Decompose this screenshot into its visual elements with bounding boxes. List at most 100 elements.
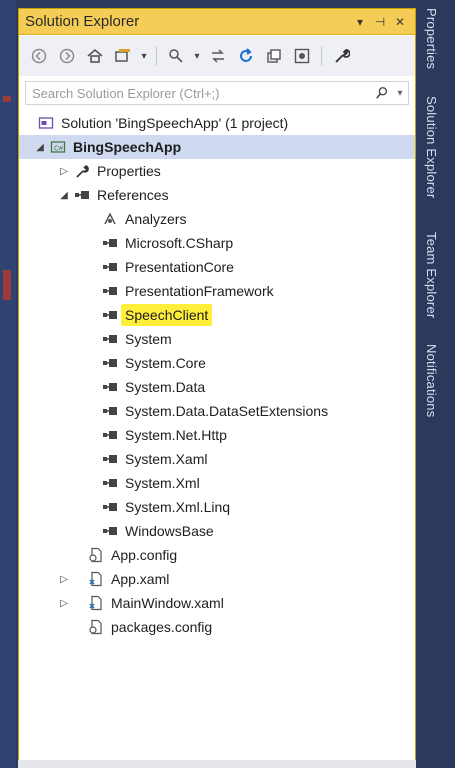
tree-item-label: Analyzers — [125, 211, 187, 227]
tree-item-label: System.Xml — [125, 475, 200, 491]
tree-item-label: System.Data.DataSetExtensions — [125, 403, 329, 419]
tree-item-reference[interactable]: System.Xml — [19, 471, 415, 495]
wrench-icon[interactable] — [329, 44, 353, 68]
solution-explorer-panel: Solution Explorer ▾ ⊣ ✕ ▾ ▾ Search Solut… — [18, 8, 416, 768]
tree-item-label: PresentationCore — [125, 259, 234, 275]
search-icon[interactable] — [372, 83, 392, 103]
tree-item-label: packages.config — [111, 619, 213, 635]
tree-item-reference[interactable]: System.Xml.Linq — [19, 495, 415, 519]
panel-title: Solution Explorer — [25, 13, 140, 30]
assembly-reference-icon — [99, 354, 121, 372]
assembly-reference-icon — [99, 282, 121, 300]
tree-item-label: SpeechClient — [121, 304, 213, 326]
show-all-files-icon[interactable] — [290, 44, 314, 68]
tab-properties[interactable]: Properties — [424, 8, 439, 69]
tree-item-reference[interactable]: PresentationCore — [19, 255, 415, 279]
tree-item-file[interactable]: App.config — [19, 543, 415, 567]
toolbar-separator — [321, 46, 322, 66]
horizontal-scrollbar[interactable] — [18, 760, 416, 768]
solution-icon — [35, 114, 57, 132]
expanded-arrow-icon[interactable]: ◢ — [33, 142, 47, 153]
collapse-all-icon[interactable] — [262, 44, 286, 68]
panel-titlebar: Solution Explorer ▾ ⊣ ✕ — [19, 9, 415, 35]
tree-item-label: References — [97, 187, 169, 203]
tab-solution-explorer[interactable]: Solution Explorer — [424, 96, 439, 198]
tree-item-properties[interactable]: ▷ Properties — [19, 159, 415, 183]
assembly-reference-icon — [99, 234, 121, 252]
tree-item-reference[interactable]: System.Net.Http — [19, 423, 415, 447]
tree-item-label: Solution 'BingSpeechApp' (1 project) — [61, 115, 289, 131]
analyzer-icon — [99, 210, 121, 228]
tree-item-label: App.xaml — [111, 571, 170, 587]
csharp-project-icon: C# — [47, 138, 69, 156]
solution-tree: Solution 'BingSpeechApp' (1 project) ◢ C… — [19, 111, 415, 639]
assembly-reference-icon — [99, 450, 121, 468]
assembly-reference-icon — [99, 378, 121, 396]
tree-item-label: PresentationFramework — [125, 283, 274, 299]
tree-item-references[interactable]: ◢ References — [19, 183, 415, 207]
tree-item-label: App.config — [111, 547, 178, 563]
search-options-dropdown[interactable]: ▾ — [392, 88, 408, 99]
frame-marker — [3, 270, 11, 300]
assembly-reference-icon — [99, 402, 121, 420]
pin-icon[interactable]: ⊣ — [371, 13, 389, 31]
tree-item-reference[interactable]: WindowsBase — [19, 519, 415, 543]
tree-item-label: BingSpeechApp — [73, 139, 182, 155]
dropdown-icon[interactable]: ▾ — [351, 13, 369, 31]
tree-item-label: System.Net.Http — [125, 427, 227, 443]
panel-toolbar: ▾ ▾ — [19, 36, 415, 76]
tab-notifications[interactable]: Notifications — [424, 344, 439, 417]
tree-item-reference[interactable]: Analyzers — [19, 207, 415, 231]
tree-item-solution[interactable]: Solution 'BingSpeechApp' (1 project) — [19, 111, 415, 135]
tree-item-label: System.Data — [125, 379, 206, 395]
wrench-icon — [71, 162, 93, 180]
tree-item-reference[interactable]: PresentationFramework — [19, 279, 415, 303]
tree-item-file[interactable]: packages.config — [19, 615, 415, 639]
assembly-reference-icon — [99, 522, 121, 540]
sync-icon[interactable] — [206, 44, 230, 68]
tree-item-label: System.Core — [125, 355, 206, 371]
tree-item-reference[interactable]: System.Data.DataSetExtensions — [19, 399, 415, 423]
close-icon[interactable]: ✕ — [391, 13, 409, 31]
assembly-reference-icon — [99, 474, 121, 492]
assembly-reference-icon — [99, 426, 121, 444]
tree-item-label: Microsoft.CSharp — [125, 235, 234, 251]
tree-item-reference[interactable]: System.Core — [19, 351, 415, 375]
xaml-file-icon — [85, 570, 107, 588]
tree-item-reference[interactable]: System.Xaml — [19, 447, 415, 471]
left-frame — [0, 0, 16, 768]
tree-item-label: Properties — [97, 163, 161, 179]
assembly-reference-icon — [99, 330, 121, 348]
search-box: ▾ — [25, 81, 409, 105]
pending-changes-filter-icon[interactable] — [164, 44, 188, 68]
frame-marker — [3, 96, 11, 102]
tree-item-label: System — [125, 331, 172, 347]
tab-team-explorer[interactable]: Team Explorer — [424, 232, 439, 318]
collapsed-arrow-icon[interactable]: ▷ — [57, 598, 71, 609]
references-icon — [71, 186, 93, 204]
toolbar-separator — [156, 46, 157, 66]
tree-item-reference-highlighted[interactable]: SpeechClient — [19, 303, 415, 327]
tree-item-reference[interactable]: System.Data — [19, 375, 415, 399]
forward-icon[interactable] — [55, 44, 79, 68]
collapsed-arrow-icon[interactable]: ▷ — [57, 574, 71, 585]
xaml-file-icon — [85, 594, 107, 612]
tree-item-file[interactable]: ▷ App.xaml — [19, 567, 415, 591]
search-input[interactable] — [26, 84, 372, 102]
assembly-reference-icon — [99, 258, 121, 276]
refresh-icon[interactable] — [234, 44, 258, 68]
expanded-arrow-icon[interactable]: ◢ — [57, 190, 71, 201]
assembly-reference-icon — [99, 306, 121, 324]
chevron-down-icon[interactable]: ▾ — [139, 44, 149, 68]
tree-item-file[interactable]: ▷ MainWindow.xaml — [19, 591, 415, 615]
back-icon[interactable] — [27, 44, 51, 68]
collapsed-arrow-icon[interactable]: ▷ — [57, 166, 71, 177]
switch-views-icon[interactable] — [111, 44, 135, 68]
tree-item-reference[interactable]: Microsoft.CSharp — [19, 231, 415, 255]
tree-item-label: WindowsBase — [125, 523, 214, 539]
tree-item-reference[interactable]: System — [19, 327, 415, 351]
tree-item-project[interactable]: ◢ C# BingSpeechApp — [19, 135, 415, 159]
home-icon[interactable] — [83, 44, 107, 68]
chevron-down-icon[interactable]: ▾ — [192, 44, 202, 68]
assembly-reference-icon — [99, 498, 121, 516]
